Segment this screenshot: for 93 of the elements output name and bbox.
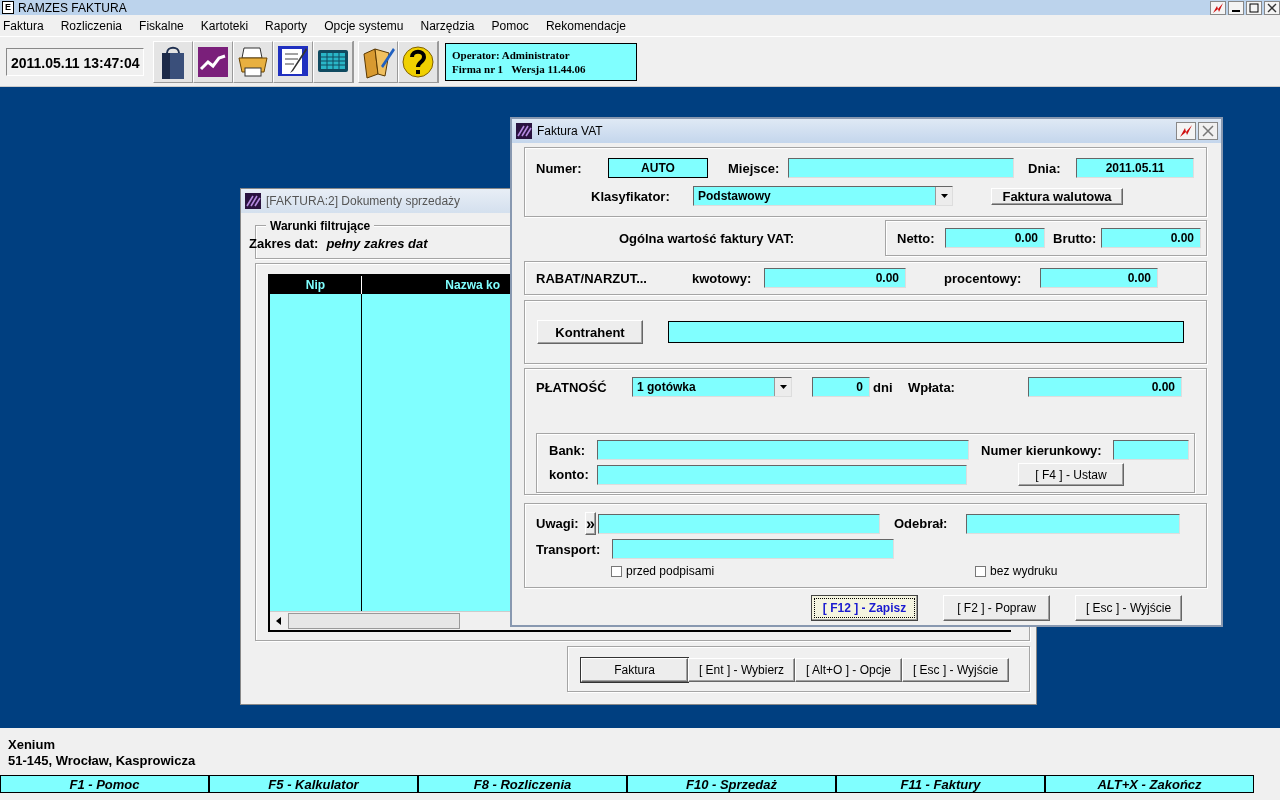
function-key[interactable]: F5 - Kalkulator <box>209 775 418 793</box>
toolbar-button[interactable] <box>398 40 438 83</box>
group-title: Warunki filtrujące <box>266 219 375 233</box>
button[interactable]: [ Esc ] - Wyjście <box>1075 595 1182 621</box>
field-label: konto: <box>549 467 590 482</box>
input-field[interactable] <box>597 440 969 460</box>
field-label: Transport: <box>536 541 602 557</box>
input-field[interactable] <box>612 539 894 559</box>
button[interactable]: Faktura <box>581 658 688 682</box>
toolbar-button[interactable] <box>153 40 193 83</box>
help-icon <box>401 43 435 80</box>
total-label: Ogólna wartość faktury VAT: <box>618 230 796 246</box>
menu-item[interactable]: Pomoc <box>488 18 536 33</box>
button[interactable]: [ Esc ] - Wyjście <box>902 658 1009 682</box>
input-field[interactable] <box>597 464 967 485</box>
status-text: Firma nr 1 Wersja 11.44.06 <box>452 61 587 76</box>
section-label: RABAT/NARZUT... <box>536 270 648 286</box>
input-field[interactable]: AUTO <box>608 158 708 178</box>
input-field[interactable]: 0.00 <box>764 268 906 288</box>
input-field[interactable]: 0.00 <box>945 228 1045 248</box>
app-icon: E <box>2 1 14 14</box>
menu-item[interactable]: Kartoteki <box>197 18 256 33</box>
checkbox[interactable]: bez wydruku <box>975 564 1058 578</box>
window-title: [FAKTURA:2] Dokumenty sprzedaży <box>266 194 461 208</box>
flash-icon <box>1176 122 1196 140</box>
button[interactable]: [ F2 ] - Popraw <box>943 595 1050 621</box>
scroll-left-icon <box>275 617 283 625</box>
input-field[interactable] <box>965 513 1180 534</box>
date-time: 2011.05.11 13:47:04 <box>6 47 144 76</box>
menu-item[interactable]: Narzędzia <box>417 18 482 33</box>
field-label: Wpłata: <box>908 379 956 395</box>
column-header: Nazwa ko <box>444 277 500 294</box>
function-key[interactable]: F11 - Faktury <box>836 775 1045 793</box>
input-field[interactable]: 0.00 <box>1101 228 1201 248</box>
input-field[interactable] <box>1113 440 1189 460</box>
field-label: dni <box>873 379 894 395</box>
field-label: kwotowy: <box>692 270 753 286</box>
close-icon <box>1198 122 1218 140</box>
menu-item[interactable]: Faktura <box>0 18 51 33</box>
button[interactable]: [ F12 ] - Zapisz <box>811 595 918 621</box>
status-text: Operator: Administrator <box>452 47 571 62</box>
input-field[interactable] <box>788 158 1014 178</box>
company-address: 51-145, Wrocław, Kasprowicza <box>8 753 197 769</box>
button[interactable]: Faktura walutowa <box>991 187 1123 205</box>
field-label: Odebrał: <box>893 516 949 531</box>
input-field[interactable]: 0.00 <box>1040 268 1158 288</box>
field-label: Uwagi: <box>536 516 580 531</box>
toolbar-button[interactable] <box>313 40 353 83</box>
input-field[interactable] <box>597 513 880 534</box>
caret-icon <box>940 194 948 198</box>
company-name: Xenium <box>8 737 56 753</box>
window-title: Faktura VAT <box>537 124 603 138</box>
window-icon <box>245 193 261 209</box>
caret-icon <box>779 385 787 389</box>
field-label: Netto: <box>897 230 936 246</box>
toolbar-button[interactable] <box>273 40 313 83</box>
checkbox[interactable]: przed podpisami <box>611 564 715 578</box>
function-key[interactable]: F10 - Sprzedaż <box>627 775 836 793</box>
input-field[interactable] <box>668 321 1184 343</box>
field-label: Numer kierunkowy: <box>981 442 1103 458</box>
scrollbar[interactable] <box>270 611 508 630</box>
field-label: Dnia: <box>1028 160 1062 176</box>
menu-item[interactable]: Fiskalne <box>136 18 191 33</box>
window-title: RAMZES FAKTURA <box>18 0 127 15</box>
button[interactable]: [ Alt+O ] - Opcje <box>795 658 902 682</box>
field-label: Numer: <box>536 160 583 176</box>
field-label: procentowy: <box>944 270 1023 286</box>
filter-value: pełny zakres dat <box>326 236 428 251</box>
filter-label: Zakres dat: <box>249 236 319 251</box>
function-key[interactable]: ALT+X - Zakończ <box>1045 775 1254 793</box>
input-field[interactable]: 0.00 <box>1028 377 1182 397</box>
menu-item[interactable]: Raporty <box>262 18 315 33</box>
menu-item[interactable]: Rekomendacje <box>542 18 633 33</box>
section-label: PŁATNOŚĆ <box>536 379 608 395</box>
input-field[interactable]: 2011.05.11 <box>1076 158 1194 178</box>
dropdown[interactable]: 1 gotówka <box>632 377 792 397</box>
function-key[interactable]: F1 - Pomoc <box>0 775 209 793</box>
function-key[interactable]: F8 - Rozliczenia <box>418 775 627 793</box>
dropdown[interactable]: Podstawowy <box>693 186 953 206</box>
field-label: Brutto: <box>1053 230 1098 246</box>
menu-item[interactable]: Opcje systemu <box>321 18 411 33</box>
input-field[interactable]: 0 <box>812 377 870 397</box>
button[interactable]: Kontrahent <box>537 320 643 344</box>
field-label: Bank: <box>549 442 587 458</box>
button[interactable]: [ Ent ] - Wybierz <box>688 658 795 682</box>
window-icon <box>516 123 532 139</box>
button[interactable]: [ F4 ] - Ustaw <box>1018 463 1124 486</box>
field-label: Miejsce: <box>728 160 781 176</box>
toolbar-button[interactable] <box>358 40 398 83</box>
field-label: Klasyfikator: <box>591 188 671 204</box>
toolbar-button[interactable] <box>193 40 233 83</box>
menu-item[interactable]: Rozliczenia <box>57 18 130 33</box>
button[interactable]: » <box>585 512 596 535</box>
